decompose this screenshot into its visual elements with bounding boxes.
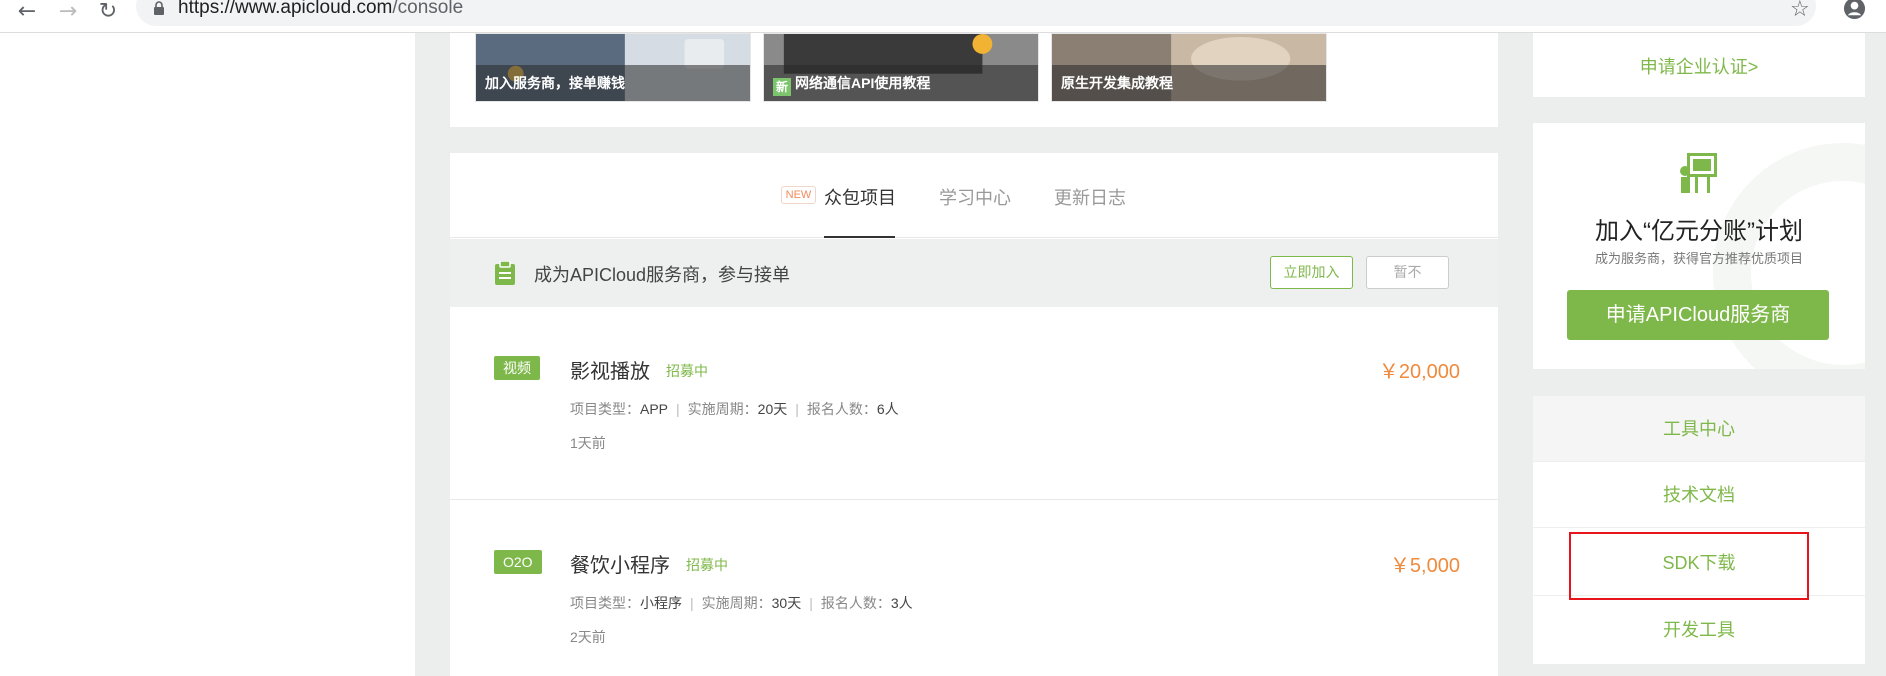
- project-title[interactable]: 影视播放 招募中: [570, 355, 708, 384]
- notice-text: 成为APICloud服务商，参与接单: [534, 265, 791, 285]
- url-path: /console: [392, 0, 464, 18]
- project-title-text: 餐饮小程序: [570, 555, 670, 577]
- meta-separator: |: [690, 595, 694, 611]
- meta-separator: |: [809, 595, 813, 611]
- banner-network-api[interactable]: 新网络通信API使用教程: [763, 33, 1039, 102]
- period-value: 20天: [757, 401, 788, 417]
- type-value: APP: [640, 401, 669, 417]
- tab-learning-center[interactable]: 学习中心: [939, 184, 1011, 210]
- banner-native-integration[interactable]: 原生开发集成教程: [1051, 33, 1327, 102]
- banner-caption: 新网络通信API使用教程: [764, 65, 1038, 101]
- tab-changelog[interactable]: 更新日志: [1054, 184, 1126, 210]
- signup-label: 报名人数：: [820, 595, 891, 611]
- posted-time: 1天前: [570, 435, 606, 451]
- bookmark-star-icon[interactable]: ☆: [1790, 0, 1810, 22]
- account-icon[interactable]: [1843, 0, 1866, 20]
- meta-separator: |: [676, 401, 680, 417]
- period-label: 实施周期：: [687, 401, 758, 417]
- active-tab-underline: [824, 236, 895, 238]
- project-price: ￥20,000: [1378, 361, 1460, 383]
- project-card[interactable]: O2O 餐饮小程序 招募中 项目类型：小程序 | 实施周期：30天 | 报名人数：3人 2…: [450, 501, 1498, 676]
- forward-arrow-icon[interactable]: →: [55, 0, 81, 24]
- crowdsource-panel: NEW 众包项目 学习中心 更新日志 成为APICloud服务商，参与接单 立即…: [450, 153, 1498, 676]
- enterprise-cert-card: 申请企业认证>: [1533, 33, 1865, 97]
- apply-provider-button[interactable]: 申请APICloud服务商: [1567, 290, 1829, 340]
- signup-value: 3人: [890, 595, 913, 611]
- promo-subtitle: 成为服务商，获得官方推荐优质项目: [1594, 251, 1803, 266]
- banner-caption: 加入服务商，接单赚钱: [476, 65, 750, 101]
- tab-crowdsource-projects[interactable]: 众包项目: [824, 184, 896, 210]
- presenter-board-icon: [1680, 153, 1717, 193]
- banner-join-provider[interactable]: 加入服务商，接单赚钱: [475, 33, 751, 102]
- reload-icon[interactable]: ↻: [95, 0, 121, 24]
- recruiting-status: 招募中: [666, 363, 708, 379]
- project-title[interactable]: 餐饮小程序 招募中: [570, 549, 728, 578]
- category-badge: O2O: [494, 550, 542, 574]
- new-tag: 新: [773, 78, 791, 96]
- banner-caption: 原生开发集成教程: [1052, 65, 1326, 101]
- url-text[interactable]: https://www.apicloud.com/console: [178, 0, 463, 19]
- project-price: ￥5,000: [1389, 555, 1460, 577]
- clipboard-icon: [495, 261, 515, 285]
- apply-enterprise-cert-link[interactable]: 申请企业认证>: [1533, 53, 1865, 79]
- banner-caption-text: 网络通信API使用教程: [795, 75, 931, 91]
- url-host: https://www.apicloud.com: [178, 0, 393, 18]
- project-card[interactable]: 视频 影视播放 招募中 项目类型：APP | 实施周期：20天 | 报名人数：6人 1天前…: [450, 307, 1498, 500]
- tab-bar: NEW 众包项目 学习中心 更新日志: [450, 153, 1498, 238]
- provider-notice: 成为APICloud服务商，参与接单 立即加入 暂不: [450, 239, 1498, 307]
- type-label: 项目类型：: [570, 401, 640, 417]
- period-label: 实施周期：: [701, 595, 772, 611]
- type-label: 项目类型：: [570, 595, 640, 611]
- join-now-button[interactable]: 立即加入: [1270, 256, 1353, 289]
- signup-label: 报名人数：: [806, 401, 877, 417]
- dev-tools-link[interactable]: 开发工具: [1533, 597, 1865, 663]
- back-arrow-icon[interactable]: ←: [14, 0, 40, 24]
- not-now-button[interactable]: 暂不: [1366, 256, 1449, 289]
- project-meta: 项目类型：APP | 实施周期：20天 | 报名人数：6人: [570, 399, 899, 419]
- recruiting-status: 招募中: [686, 557, 728, 573]
- project-meta: 项目类型：小程序 | 实施周期：30天 | 报名人数：3人: [570, 593, 913, 613]
- tech-docs-link[interactable]: 技术文档: [1533, 462, 1865, 528]
- posted-time: 2天前: [570, 629, 606, 645]
- new-badge: NEW: [781, 186, 816, 204]
- browser-toolbar: ← → ↻ https://www.apicloud.com/console ☆: [0, 0, 1886, 33]
- revenue-share-promo: 加入“亿元分账”计划 成为服务商，获得官方推荐优质项目 申请APICloud服务…: [1533, 123, 1865, 369]
- meta-separator: |: [795, 401, 799, 417]
- signup-value: 6人: [876, 401, 899, 417]
- category-badge: 视频: [494, 356, 540, 380]
- tool-center-link[interactable]: 工具中心: [1533, 396, 1865, 462]
- type-value: 小程序: [640, 595, 682, 611]
- lock-icon: [154, 1, 164, 15]
- left-margin: [0, 33, 415, 676]
- tools-menu: 工具中心 技术文档 SDK下载 开发工具: [1533, 396, 1865, 664]
- promo-title: 加入“亿元分账”计划: [1595, 218, 1803, 245]
- highlight-box: [1569, 532, 1809, 600]
- project-title-text: 影视播放: [570, 361, 650, 383]
- period-value: 30天: [771, 595, 802, 611]
